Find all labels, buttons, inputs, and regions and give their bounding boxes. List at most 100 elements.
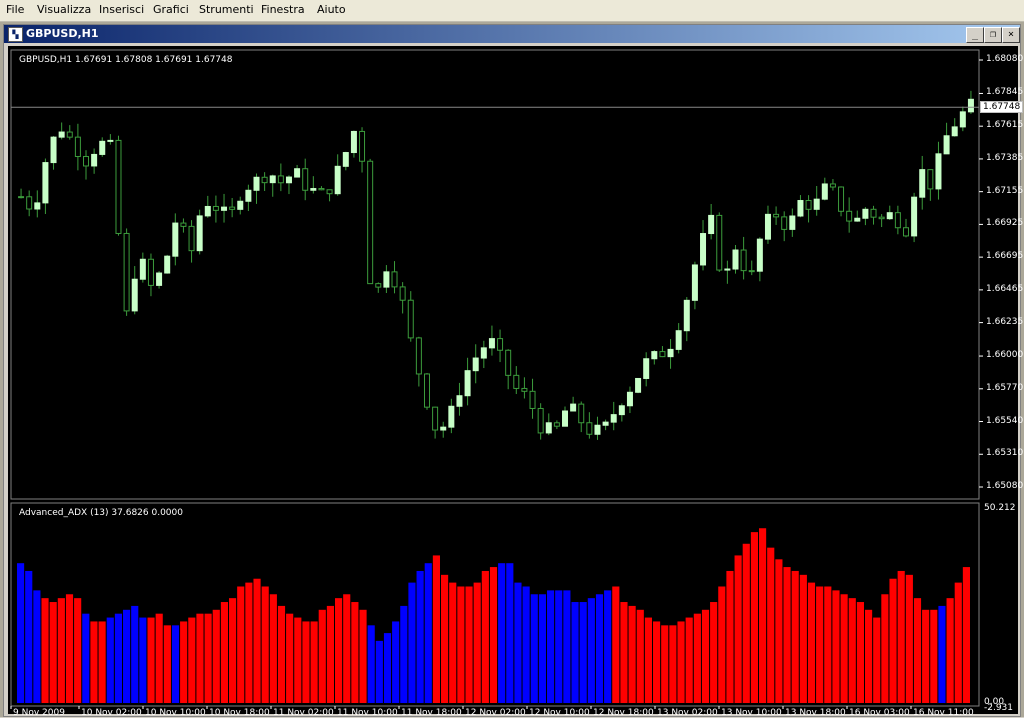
candle-body — [456, 395, 463, 407]
adx-bar — [375, 640, 383, 703]
adx-bar — [465, 586, 473, 703]
candle-body — [756, 238, 763, 272]
adx-bar — [41, 598, 49, 703]
candle-body — [708, 214, 715, 235]
adx-bar — [930, 609, 938, 703]
candle-body — [18, 196, 25, 199]
candle-body — [545, 422, 552, 434]
price-axis-label: 1.66925 — [986, 218, 1024, 229]
adx-bar — [734, 555, 742, 703]
candle-body — [562, 410, 569, 427]
menu-finestra[interactable]: Finestra — [261, 3, 305, 16]
adx-bar — [253, 578, 261, 703]
adx-bar — [555, 590, 563, 703]
candle-body — [294, 168, 301, 178]
adx-bar — [473, 582, 481, 703]
close-button[interactable]: × — [1002, 27, 1020, 43]
adx-bar — [65, 594, 74, 703]
candle-body — [310, 188, 317, 191]
candle-body — [391, 271, 398, 288]
adx-bar — [310, 621, 318, 703]
minimize-button[interactable]: _ — [966, 27, 984, 43]
candle-body — [927, 169, 934, 190]
candle-body — [497, 338, 504, 351]
menu-aiuto[interactable]: Aiuto — [317, 3, 346, 16]
candle-body — [659, 351, 666, 358]
candle-body — [50, 136, 57, 164]
adx-bar — [889, 578, 897, 703]
candle-body — [99, 140, 106, 155]
candle-body — [862, 208, 869, 219]
candle-body — [870, 208, 877, 218]
menu-visualizza[interactable]: Visualizza — [37, 3, 91, 16]
candle-body — [886, 212, 893, 220]
adx-bar — [595, 594, 604, 703]
adx-bar — [840, 594, 848, 703]
chart-plot-area[interactable]: 1.68080 1.67845 1.67615 1.67385 1.67155 1.669… — [8, 46, 1024, 718]
candle-body — [651, 351, 658, 360]
candle-body — [813, 198, 820, 210]
adx-bar — [302, 621, 310, 703]
candle-body — [359, 130, 366, 162]
candle-body — [115, 139, 122, 234]
adx-bar — [229, 598, 237, 703]
candle-body — [537, 407, 544, 434]
adx-bar — [669, 625, 677, 703]
adx-bar — [294, 617, 302, 703]
adx-bar — [383, 633, 392, 703]
chart-window: ▚ GBPUSD,H1 _ ❐ × 1.68080 1.67845 1.67615 1… — [3, 24, 1024, 718]
candle-body — [505, 349, 512, 376]
candle-body — [472, 357, 479, 372]
adx-bar — [106, 617, 114, 703]
candle-body — [123, 232, 130, 312]
candle-body — [846, 210, 853, 222]
adx-bar — [962, 567, 970, 703]
adx-bar — [261, 586, 269, 703]
restore-button[interactable]: ❐ — [984, 27, 1002, 43]
adx-bar — [587, 598, 595, 703]
adx-bar — [139, 617, 147, 703]
candle-body — [131, 278, 138, 312]
candle-body — [805, 200, 812, 210]
candle-body — [66, 131, 73, 138]
adx-indicator-header: Advanced_ADX (13) 37.6826 0.0000 — [19, 508, 183, 518]
candle-body — [691, 264, 698, 301]
adx-bar — [123, 609, 131, 703]
candle-body — [716, 214, 723, 271]
menu-grafici[interactable]: Grafici — [153, 3, 189, 16]
adx-bar — [791, 570, 799, 703]
adx-bar — [807, 582, 816, 703]
adx-bar — [98, 621, 106, 703]
menu-inserisci[interactable]: Inserisci — [99, 3, 144, 16]
candle-body — [269, 175, 276, 184]
chart-window-titlebar[interactable]: ▚ GBPUSD,H1 _ ❐ × — [4, 25, 1020, 43]
adx-bar — [82, 613, 90, 703]
adx-bar — [359, 609, 367, 703]
adx-bar — [913, 598, 922, 703]
candle-body — [302, 168, 309, 191]
adx-bar — [954, 582, 962, 703]
mdi-workspace: ▚ GBPUSD,H1 _ ❐ × 1.68080 1.67845 1.67615 1… — [0, 22, 1024, 718]
candle-body — [553, 422, 560, 427]
adx-bar — [604, 590, 612, 703]
chart-window-icon: ▚ — [8, 27, 23, 42]
candle-body — [229, 206, 236, 210]
adx-bar — [286, 613, 294, 703]
adx-bar — [25, 570, 33, 703]
candle-body — [513, 374, 520, 389]
candle-body — [667, 348, 674, 358]
price-axis-label: 1.65080 — [986, 481, 1024, 491]
adx-bar — [498, 563, 506, 703]
candle-body — [838, 186, 845, 212]
candle-body — [854, 217, 861, 222]
adx-bar — [677, 621, 685, 703]
adx-bar — [856, 602, 864, 703]
candle-body — [26, 196, 33, 210]
adx-bar — [636, 609, 644, 703]
adx-bar — [938, 605, 946, 703]
candle-body — [342, 152, 349, 167]
candle-body — [643, 358, 650, 379]
menu-file[interactable]: File — [6, 3, 24, 16]
menu-strumenti[interactable]: Strumenti — [199, 3, 254, 16]
adx-bar — [905, 574, 913, 703]
